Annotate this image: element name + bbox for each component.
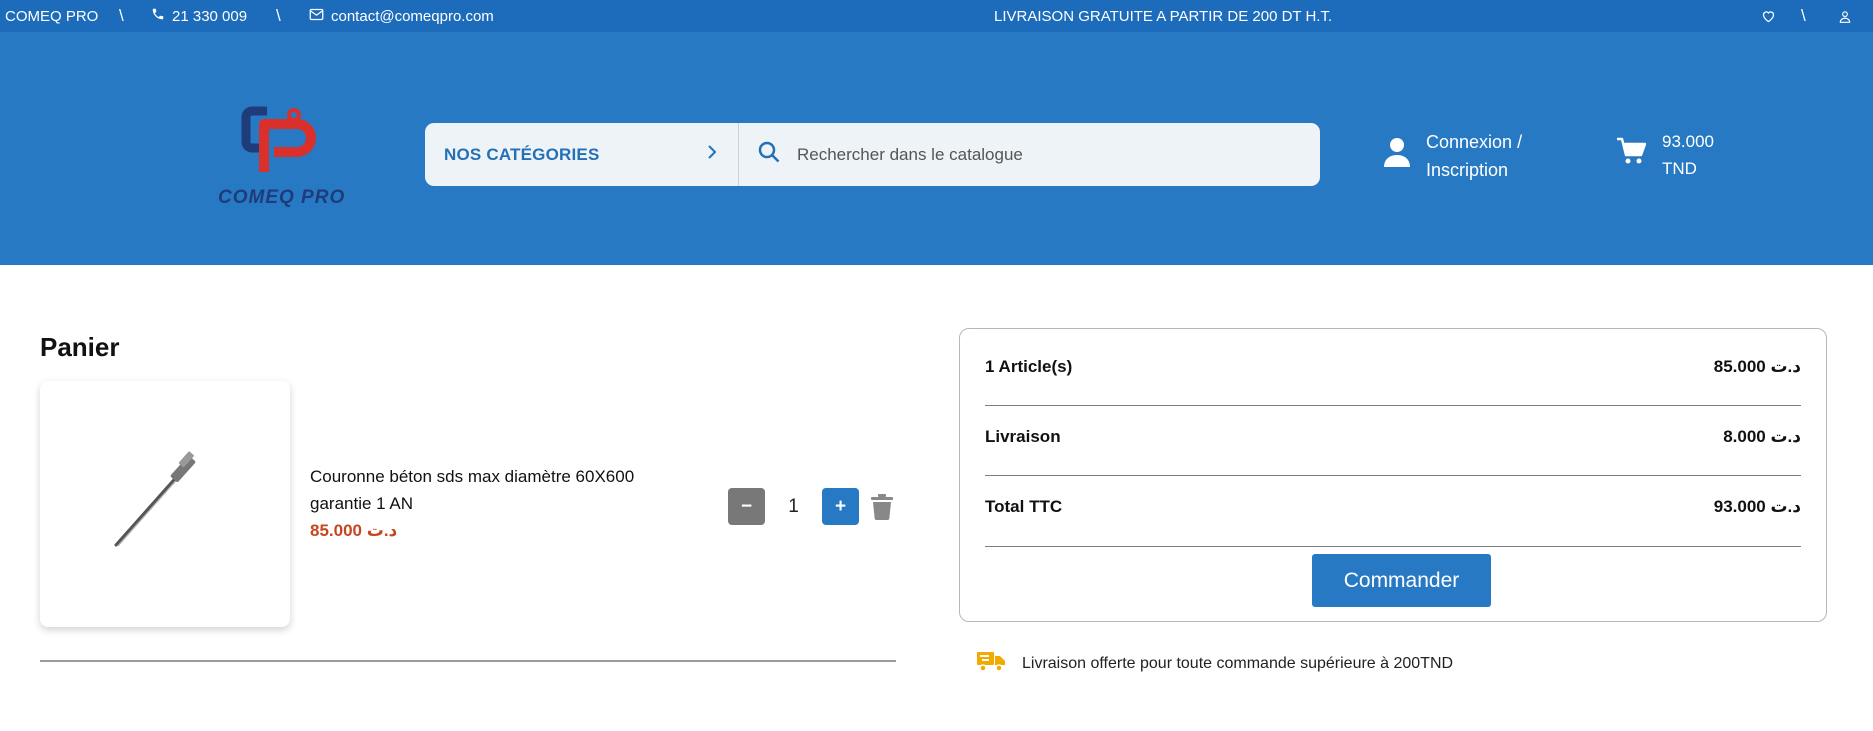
checkout-button[interactable]: Commander (1312, 554, 1491, 607)
account-line2: Inscription (1426, 160, 1509, 180)
divider (985, 546, 1801, 547)
logo-text: COMEQ PRO (218, 187, 346, 208)
chevron-right-icon (706, 144, 718, 165)
product-name[interactable]: Couronne béton sds max diamètre 60X600 g… (310, 463, 690, 517)
account-text: Connexion / Inscription (1426, 128, 1522, 184)
quantity-value[interactable]: 1 (765, 496, 822, 518)
phone-icon (151, 7, 165, 25)
logo-mark (241, 106, 316, 172)
summary-articles-row: 1 Article(s) 85.000 د.ت (985, 355, 1801, 379)
total-label: Total TTC (985, 497, 1063, 516)
wishlist-icon[interactable] (1761, 0, 1776, 32)
cart-icon (1616, 137, 1647, 173)
order-summary: 1 Article(s) 85.000 د.ت Livraison 8.000 … (959, 328, 1827, 622)
top-bar: COMEQ PRO \ 21 330 009 \ contact@comeqpr… (0, 0, 1873, 32)
delivery-label: Livraison (985, 427, 1061, 446)
divider (985, 475, 1801, 476)
search-field-wrap (739, 123, 1320, 186)
main-header: COMEQ PRO NOS CATÉGORIES Connexion / Ins… (0, 32, 1873, 265)
search-bar: NOS CATÉGORIES (425, 123, 1320, 186)
cart-link[interactable]: 93.000 TND (1616, 128, 1714, 182)
search-input[interactable] (797, 144, 1297, 165)
phone-link[interactable]: 21 330 009 (151, 0, 247, 32)
product-image-card[interactable] (40, 381, 290, 627)
decrease-quantity-button[interactable]: − (728, 488, 765, 525)
articles-value: 85.000 د.ت (1713, 357, 1801, 376)
increase-quantity-button[interactable]: + (822, 488, 859, 525)
divider (40, 660, 896, 662)
brand-name: COMEQ PRO (5, 0, 98, 32)
cart-currency: TND (1662, 159, 1697, 178)
brand-name-text: COMEQ PRO (5, 7, 99, 25)
delivery-note-text: Livraison offerte pour toute commande su… (1022, 654, 1454, 672)
free-delivery-note: Livraison offerte pour toute commande su… (977, 649, 1453, 678)
categories-button[interactable]: NOS CATÉGORIES (425, 123, 739, 186)
categories-label: NOS CATÉGORIES (444, 144, 600, 164)
promo-text: LIVRAISON GRATUITE A PARTIR DE 200 DT H.… (994, 7, 1333, 25)
delivery-value: 8.000 د.ت (1723, 427, 1801, 446)
separator: \ (119, 6, 124, 25)
email-address: contact@comeqpro.com (331, 7, 494, 25)
cart-total: 93.000 TND (1662, 128, 1714, 182)
product-price: 85.000 د.ت (310, 521, 398, 540)
account-link[interactable]: Connexion / Inscription (1384, 128, 1522, 184)
search-icon[interactable] (757, 140, 781, 169)
cart-item-details: Couronne béton sds max diamètre 60X600 g… (310, 463, 690, 541)
articles-label: 1 Article(s) (985, 357, 1073, 376)
phone-number: 21 330 009 (172, 7, 248, 25)
summary-total-row: Total TTC 93.000 د.ت (985, 495, 1801, 519)
logo[interactable]: COMEQ PRO (212, 102, 352, 237)
product-image (114, 451, 196, 547)
total-value: 93.000 د.ت (1713, 497, 1801, 516)
user-icon[interactable] (1838, 0, 1852, 32)
divider (985, 405, 1801, 406)
separator: \ (1801, 6, 1806, 25)
separator: \ (276, 6, 281, 25)
truck-icon (977, 649, 1006, 678)
summary-delivery-row: Livraison 8.000 د.ت (985, 425, 1801, 449)
account-line1: Connexion / (1426, 132, 1523, 152)
page-title: Panier (40, 332, 120, 362)
user-icon (1384, 137, 1410, 175)
trash-icon[interactable] (871, 493, 893, 520)
mail-icon (309, 8, 324, 25)
quantity-stepper: − 1 + (728, 488, 893, 525)
cart-amount: 93.000 (1662, 132, 1714, 151)
email-link[interactable]: contact@comeqpro.com (309, 0, 494, 32)
